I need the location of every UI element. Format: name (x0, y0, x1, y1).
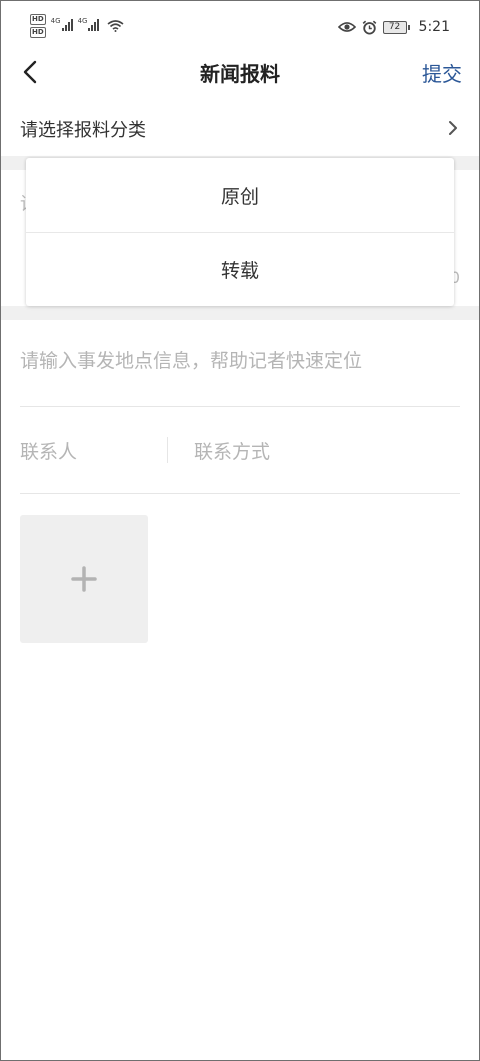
contact-divider (167, 437, 168, 463)
section-separator (0, 306, 480, 320)
category-selector[interactable]: 请选择报料分类 (0, 100, 480, 156)
submit-button[interactable]: 提交 (422, 58, 462, 87)
status-right: 72 5:21 (337, 19, 450, 35)
battery-icon: 72 (382, 20, 410, 34)
add-media-button[interactable] (20, 515, 148, 643)
alarm-icon (362, 20, 376, 35)
dropdown-option-repost[interactable]: 转载 (26, 232, 454, 306)
eye-icon (337, 22, 356, 32)
plus-icon (71, 566, 97, 592)
contact-method-input[interactable]: 联系方式 (194, 437, 270, 464)
status-bar: HD HD 4G 4G 72 5:21 (0, 0, 480, 46)
signal-bars (61, 19, 73, 31)
divider (20, 406, 460, 407)
category-label: 请选择报料分类 (20, 120, 146, 141)
hd-icon: HD (30, 27, 46, 38)
chevron-right-icon (449, 121, 457, 135)
network-label: 4G (50, 17, 61, 25)
signal-bars (88, 19, 100, 31)
contact-name-input[interactable]: 联系人 (20, 437, 77, 464)
wifi-icon (107, 20, 124, 32)
location-input[interactable]: 请输入事发地点信息，帮助记者快速定位 (20, 346, 362, 373)
network-label: 4G (77, 17, 88, 25)
status-left: HD HD 4G 4G (30, 14, 124, 38)
status-time: 5:21 (418, 19, 450, 35)
signal-icon: 4G (78, 18, 100, 31)
divider (20, 493, 460, 494)
category-dropdown: 原创 转载 (26, 158, 454, 306)
hd-icon: HD (30, 14, 46, 25)
signal-icon: 4G (51, 18, 73, 31)
page-title: 新闻报料 (200, 62, 280, 86)
dropdown-option-original[interactable]: 原创 (26, 158, 454, 232)
hd-indicators: HD HD (30, 14, 46, 38)
nav-bar: 新闻报料 提交 (0, 46, 480, 98)
